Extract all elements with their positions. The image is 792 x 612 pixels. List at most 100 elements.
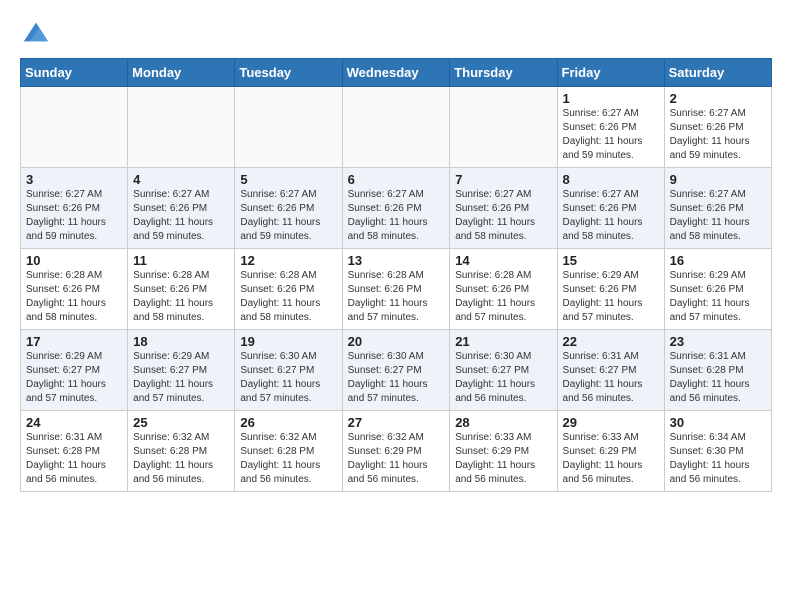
calendar-cell: 20Sunrise: 6:30 AM Sunset: 6:27 PM Dayli…	[342, 330, 450, 411]
calendar-cell: 14Sunrise: 6:28 AM Sunset: 6:26 PM Dayli…	[450, 249, 557, 330]
day-number: 27	[348, 415, 445, 430]
day-info: Sunrise: 6:28 AM Sunset: 6:26 PM Dayligh…	[455, 269, 551, 325]
day-number: 19	[240, 334, 336, 349]
day-info: Sunrise: 6:28 AM Sunset: 6:26 PM Dayligh…	[348, 269, 445, 325]
day-number: 11	[133, 253, 229, 268]
calendar-cell: 29Sunrise: 6:33 AM Sunset: 6:29 PM Dayli…	[557, 411, 664, 492]
calendar-week-row: 17Sunrise: 6:29 AM Sunset: 6:27 PM Dayli…	[21, 330, 772, 411]
day-info: Sunrise: 6:28 AM Sunset: 6:26 PM Dayligh…	[133, 269, 229, 325]
day-info: Sunrise: 6:27 AM Sunset: 6:26 PM Dayligh…	[26, 188, 122, 244]
calendar-week-row: 24Sunrise: 6:31 AM Sunset: 6:28 PM Dayli…	[21, 411, 772, 492]
day-number: 16	[670, 253, 766, 268]
day-info: Sunrise: 6:31 AM Sunset: 6:27 PM Dayligh…	[563, 350, 659, 406]
weekday-header-thursday: Thursday	[450, 59, 557, 87]
day-number: 22	[563, 334, 659, 349]
day-info: Sunrise: 6:28 AM Sunset: 6:26 PM Dayligh…	[240, 269, 336, 325]
day-number: 18	[133, 334, 229, 349]
day-info: Sunrise: 6:28 AM Sunset: 6:26 PM Dayligh…	[26, 269, 122, 325]
day-number: 1	[563, 91, 659, 106]
calendar-cell: 8Sunrise: 6:27 AM Sunset: 6:26 PM Daylig…	[557, 168, 664, 249]
calendar-cell: 13Sunrise: 6:28 AM Sunset: 6:26 PM Dayli…	[342, 249, 450, 330]
day-number: 28	[455, 415, 551, 430]
day-info: Sunrise: 6:27 AM Sunset: 6:26 PM Dayligh…	[563, 188, 659, 244]
calendar-cell: 25Sunrise: 6:32 AM Sunset: 6:28 PM Dayli…	[128, 411, 235, 492]
day-info: Sunrise: 6:34 AM Sunset: 6:30 PM Dayligh…	[670, 431, 766, 487]
day-number: 25	[133, 415, 229, 430]
day-number: 14	[455, 253, 551, 268]
day-info: Sunrise: 6:33 AM Sunset: 6:29 PM Dayligh…	[455, 431, 551, 487]
day-info: Sunrise: 6:32 AM Sunset: 6:28 PM Dayligh…	[133, 431, 229, 487]
calendar-cell: 23Sunrise: 6:31 AM Sunset: 6:28 PM Dayli…	[664, 330, 771, 411]
calendar-cell: 12Sunrise: 6:28 AM Sunset: 6:26 PM Dayli…	[235, 249, 342, 330]
day-number: 10	[26, 253, 122, 268]
calendar-cell: 10Sunrise: 6:28 AM Sunset: 6:26 PM Dayli…	[21, 249, 128, 330]
calendar-cell: 6Sunrise: 6:27 AM Sunset: 6:26 PM Daylig…	[342, 168, 450, 249]
logo	[20, 20, 50, 46]
day-info: Sunrise: 6:30 AM Sunset: 6:27 PM Dayligh…	[240, 350, 336, 406]
day-number: 4	[133, 172, 229, 187]
day-number: 6	[348, 172, 445, 187]
day-info: Sunrise: 6:30 AM Sunset: 6:27 PM Dayligh…	[455, 350, 551, 406]
day-number: 2	[670, 91, 766, 106]
weekday-header-sunday: Sunday	[21, 59, 128, 87]
calendar-cell: 5Sunrise: 6:27 AM Sunset: 6:26 PM Daylig…	[235, 168, 342, 249]
weekday-header-monday: Monday	[128, 59, 235, 87]
weekday-header-saturday: Saturday	[664, 59, 771, 87]
day-number: 21	[455, 334, 551, 349]
day-info: Sunrise: 6:29 AM Sunset: 6:27 PM Dayligh…	[133, 350, 229, 406]
day-number: 29	[563, 415, 659, 430]
calendar-week-row: 1Sunrise: 6:27 AM Sunset: 6:26 PM Daylig…	[21, 87, 772, 168]
calendar-cell: 22Sunrise: 6:31 AM Sunset: 6:27 PM Dayli…	[557, 330, 664, 411]
calendar-cell	[342, 87, 450, 168]
header	[20, 20, 772, 46]
calendar-cell: 1Sunrise: 6:27 AM Sunset: 6:26 PM Daylig…	[557, 87, 664, 168]
day-info: Sunrise: 6:29 AM Sunset: 6:27 PM Dayligh…	[26, 350, 122, 406]
calendar-cell: 18Sunrise: 6:29 AM Sunset: 6:27 PM Dayli…	[128, 330, 235, 411]
calendar-cell: 2Sunrise: 6:27 AM Sunset: 6:26 PM Daylig…	[664, 87, 771, 168]
day-number: 23	[670, 334, 766, 349]
day-info: Sunrise: 6:32 AM Sunset: 6:29 PM Dayligh…	[348, 431, 445, 487]
day-info: Sunrise: 6:31 AM Sunset: 6:28 PM Dayligh…	[26, 431, 122, 487]
calendar-cell: 11Sunrise: 6:28 AM Sunset: 6:26 PM Dayli…	[128, 249, 235, 330]
day-info: Sunrise: 6:27 AM Sunset: 6:26 PM Dayligh…	[455, 188, 551, 244]
day-number: 7	[455, 172, 551, 187]
logo-icon	[22, 18, 50, 46]
day-info: Sunrise: 6:27 AM Sunset: 6:26 PM Dayligh…	[240, 188, 336, 244]
day-info: Sunrise: 6:27 AM Sunset: 6:26 PM Dayligh…	[563, 107, 659, 163]
day-number: 8	[563, 172, 659, 187]
calendar-cell	[235, 87, 342, 168]
day-number: 20	[348, 334, 445, 349]
day-info: Sunrise: 6:27 AM Sunset: 6:26 PM Dayligh…	[133, 188, 229, 244]
calendar-cell: 3Sunrise: 6:27 AM Sunset: 6:26 PM Daylig…	[21, 168, 128, 249]
calendar-cell: 24Sunrise: 6:31 AM Sunset: 6:28 PM Dayli…	[21, 411, 128, 492]
weekday-header-wednesday: Wednesday	[342, 59, 450, 87]
day-info: Sunrise: 6:27 AM Sunset: 6:26 PM Dayligh…	[348, 188, 445, 244]
calendar-table: SundayMondayTuesdayWednesdayThursdayFrid…	[20, 58, 772, 492]
day-info: Sunrise: 6:29 AM Sunset: 6:26 PM Dayligh…	[563, 269, 659, 325]
calendar-cell: 16Sunrise: 6:29 AM Sunset: 6:26 PM Dayli…	[664, 249, 771, 330]
day-number: 26	[240, 415, 336, 430]
day-number: 17	[26, 334, 122, 349]
weekday-header-row: SundayMondayTuesdayWednesdayThursdayFrid…	[21, 59, 772, 87]
day-number: 13	[348, 253, 445, 268]
day-info: Sunrise: 6:33 AM Sunset: 6:29 PM Dayligh…	[563, 431, 659, 487]
weekday-header-friday: Friday	[557, 59, 664, 87]
calendar-cell: 28Sunrise: 6:33 AM Sunset: 6:29 PM Dayli…	[450, 411, 557, 492]
day-info: Sunrise: 6:27 AM Sunset: 6:26 PM Dayligh…	[670, 188, 766, 244]
day-number: 30	[670, 415, 766, 430]
weekday-header-tuesday: Tuesday	[235, 59, 342, 87]
page: SundayMondayTuesdayWednesdayThursdayFrid…	[0, 0, 792, 502]
calendar-cell	[21, 87, 128, 168]
day-info: Sunrise: 6:31 AM Sunset: 6:28 PM Dayligh…	[670, 350, 766, 406]
calendar-week-row: 10Sunrise: 6:28 AM Sunset: 6:26 PM Dayli…	[21, 249, 772, 330]
day-info: Sunrise: 6:29 AM Sunset: 6:26 PM Dayligh…	[670, 269, 766, 325]
day-number: 9	[670, 172, 766, 187]
calendar-cell: 30Sunrise: 6:34 AM Sunset: 6:30 PM Dayli…	[664, 411, 771, 492]
calendar-cell: 27Sunrise: 6:32 AM Sunset: 6:29 PM Dayli…	[342, 411, 450, 492]
day-info: Sunrise: 6:30 AM Sunset: 6:27 PM Dayligh…	[348, 350, 445, 406]
calendar-cell: 26Sunrise: 6:32 AM Sunset: 6:28 PM Dayli…	[235, 411, 342, 492]
day-number: 12	[240, 253, 336, 268]
calendar-cell: 19Sunrise: 6:30 AM Sunset: 6:27 PM Dayli…	[235, 330, 342, 411]
calendar-cell: 9Sunrise: 6:27 AM Sunset: 6:26 PM Daylig…	[664, 168, 771, 249]
calendar-cell: 7Sunrise: 6:27 AM Sunset: 6:26 PM Daylig…	[450, 168, 557, 249]
